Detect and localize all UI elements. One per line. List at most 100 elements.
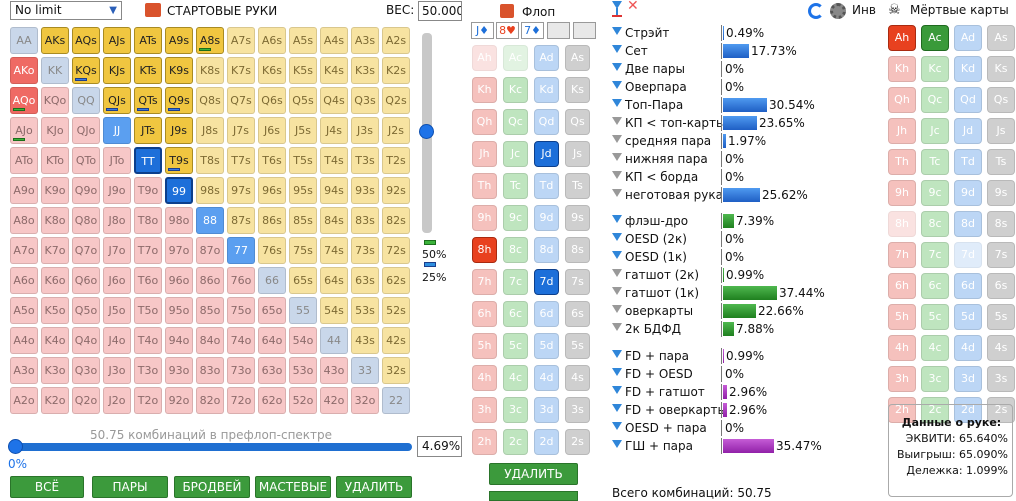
- clear-filter-icon[interactable]: ✕: [627, 0, 639, 14]
- hand-cell[interactable]: 83s: [351, 207, 379, 234]
- hand-cell[interactable]: T2o: [134, 387, 162, 414]
- flop-card[interactable]: 2d: [534, 429, 559, 455]
- hand-cell[interactable]: 76s: [258, 237, 286, 264]
- hand-cell[interactable]: T6s: [258, 147, 286, 174]
- flop-card[interactable]: 4h: [472, 365, 497, 391]
- hand-cell[interactable]: ATs: [134, 27, 162, 54]
- filter-icon[interactable]: [612, 153, 622, 161]
- hand-cell[interactable]: 22: [382, 387, 410, 414]
- dead-card[interactable]: 4s: [987, 335, 1015, 361]
- dead-card[interactable]: Qc: [921, 87, 949, 113]
- hand-cell[interactable]: 75o: [227, 297, 255, 324]
- dead-card[interactable]: Kd: [954, 56, 982, 82]
- hand-cell[interactable]: 93s: [351, 177, 379, 204]
- flop-card[interactable]: 5d: [534, 333, 559, 359]
- hand-cell[interactable]: 87o: [196, 237, 224, 264]
- hand-cell[interactable]: KJo: [41, 117, 69, 144]
- flop-card[interactable]: 9d: [534, 205, 559, 231]
- dead-card[interactable]: Ah: [888, 25, 916, 51]
- gear-icon[interactable]: [830, 3, 846, 19]
- flop-slot-2[interactable]: 8♥: [496, 22, 519, 39]
- flop-slot-3[interactable]: 7♦: [521, 22, 544, 39]
- dead-card[interactable]: Qh: [888, 87, 916, 113]
- hand-cell[interactable]: 77: [227, 237, 255, 264]
- flop-card[interactable]: 8d: [534, 237, 559, 263]
- dead-card[interactable]: 6h: [888, 273, 916, 299]
- filter-icon[interactable]: [612, 135, 622, 143]
- dead-card[interactable]: 6c: [921, 273, 949, 299]
- hand-cell[interactable]: A3o: [10, 357, 38, 384]
- flop-card[interactable]: 4s: [565, 365, 590, 391]
- hand-cell[interactable]: 94s: [320, 177, 348, 204]
- hand-cell[interactable]: 97s: [227, 177, 255, 204]
- dead-card[interactable]: 5h: [888, 304, 916, 330]
- dead-card[interactable]: 5d: [954, 304, 982, 330]
- hand-cell[interactable]: 64s: [320, 267, 348, 294]
- hand-cell[interactable]: J6o: [103, 267, 131, 294]
- hand-cell[interactable]: 98o: [165, 207, 193, 234]
- flop-card[interactable]: Kd: [534, 77, 559, 103]
- hand-cell[interactable]: 85o: [196, 297, 224, 324]
- dead-card[interactable]: 4d: [954, 335, 982, 361]
- hand-cell[interactable]: J9o: [103, 177, 131, 204]
- limit-select[interactable]: No limit ▼: [10, 1, 122, 20]
- delete-flop-button[interactable]: УДАЛИТЬ: [489, 463, 578, 485]
- hand-cell[interactable]: 63s: [351, 267, 379, 294]
- flop-card[interactable]: Kc: [503, 77, 528, 103]
- filter-icon[interactable]: [612, 99, 622, 107]
- hand-cell[interactable]: Q3o: [72, 357, 100, 384]
- hand-cell[interactable]: AQs: [72, 27, 100, 54]
- flop-card[interactable]: 2s: [565, 429, 590, 455]
- river-slot[interactable]: [573, 22, 596, 39]
- hand-cell[interactable]: A9o: [10, 177, 38, 204]
- hand-cell[interactable]: A2o: [10, 387, 38, 414]
- hand-cell[interactable]: A8o: [10, 207, 38, 234]
- hand-cell[interactable]: QJs: [103, 87, 131, 114]
- hand-cell[interactable]: J5s: [289, 117, 317, 144]
- flop-card[interactable]: 9s: [565, 205, 590, 231]
- dead-card[interactable]: 9h: [888, 180, 916, 206]
- weight-slider-thumb[interactable]: [419, 124, 434, 139]
- filter-icon[interactable]: [612, 287, 622, 295]
- hand-cell[interactable]: K7s: [227, 57, 255, 84]
- all-button[interactable]: ВСЁ: [10, 476, 84, 498]
- hand-cell[interactable]: A3s: [351, 27, 379, 54]
- filter-icon[interactable]: [612, 305, 622, 313]
- hand-cell[interactable]: 62o: [258, 387, 286, 414]
- dead-card[interactable]: Tc: [921, 149, 949, 175]
- hand-cell[interactable]: JJ: [103, 117, 131, 144]
- filter-icon[interactable]: [612, 171, 622, 179]
- hand-cell[interactable]: KJs: [103, 57, 131, 84]
- flop-card[interactable]: 3c: [503, 397, 528, 423]
- hand-cell[interactable]: 42s: [382, 327, 410, 354]
- flop-card[interactable]: Ac: [503, 45, 528, 71]
- dead-card[interactable]: As: [987, 25, 1015, 51]
- flop-card[interactable]: Kh: [472, 77, 497, 103]
- hand-cell[interactable]: J3s: [351, 117, 379, 144]
- hand-cell[interactable]: Q6o: [72, 267, 100, 294]
- hand-cell[interactable]: QTo: [72, 147, 100, 174]
- hand-cell[interactable]: QJo: [72, 117, 100, 144]
- flop-card[interactable]: 6c: [503, 301, 528, 327]
- dead-card[interactable]: 5c: [921, 304, 949, 330]
- hand-cell[interactable]: T4s: [320, 147, 348, 174]
- hand-cell[interactable]: 86o: [196, 267, 224, 294]
- pairs-button[interactable]: ПАРЫ: [92, 476, 168, 498]
- hand-cell[interactable]: Q8o: [72, 207, 100, 234]
- dead-card[interactable]: 7h: [888, 242, 916, 268]
- dead-card[interactable]: 7c: [921, 242, 949, 268]
- hand-cell[interactable]: 84o: [196, 327, 224, 354]
- hand-cell[interactable]: T2s: [382, 147, 410, 174]
- hand-cell[interactable]: J8o: [103, 207, 131, 234]
- dead-card[interactable]: 9c: [921, 180, 949, 206]
- hand-cell[interactable]: Q8s: [196, 87, 224, 114]
- flop-card[interactable]: Ah: [472, 45, 497, 71]
- weight-input[interactable]: 50.000: [418, 1, 462, 21]
- dead-card[interactable]: Ks: [987, 56, 1015, 82]
- flop-card[interactable]: As: [565, 45, 590, 71]
- dead-card[interactable]: Jc: [921, 118, 949, 144]
- hand-cell[interactable]: J9s: [165, 117, 193, 144]
- hand-cell[interactable]: AKo: [10, 57, 38, 84]
- hand-cell[interactable]: A6o: [10, 267, 38, 294]
- hand-cell[interactable]: A5o: [10, 297, 38, 324]
